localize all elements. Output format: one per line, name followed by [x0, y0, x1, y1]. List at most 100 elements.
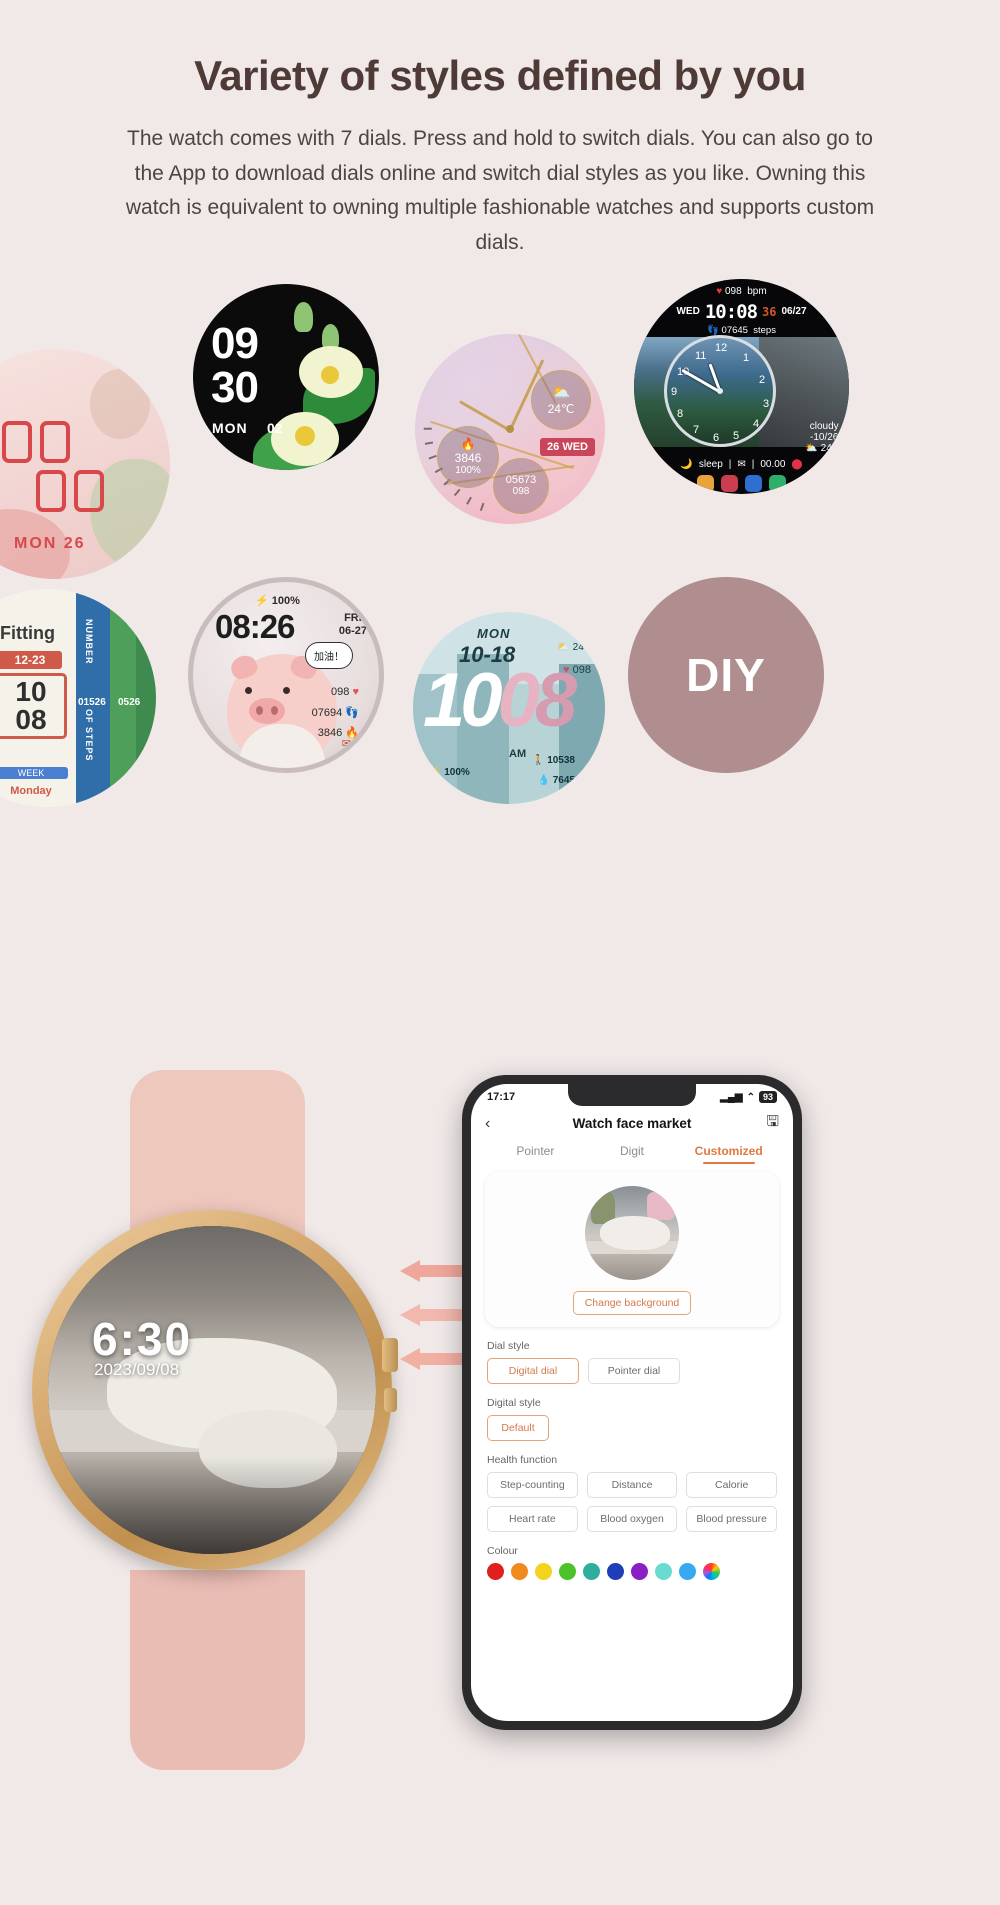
face7-digit-2: 0 — [460, 657, 502, 743]
pink-decor — [647, 1191, 676, 1220]
watch-face-diy[interactable]: DIY — [628, 576, 824, 773]
face7-battery: ⚡ 100% — [429, 767, 470, 778]
face5-minute: 08 — [15, 703, 47, 735]
moon-icon: 🌙 — [680, 458, 693, 470]
dial-style-label: Dial style — [487, 1340, 530, 1352]
watch-time: 6:30 — [92, 1313, 193, 1365]
save-icon[interactable]: 🖫 — [755, 1111, 779, 1136]
dial-num-1: 1 — [743, 351, 750, 364]
marble-calorie-pct: 100% — [455, 465, 481, 477]
face5-right-vertical-bottom: OF STEPS — [84, 708, 94, 762]
music-icon — [721, 474, 738, 492]
location-icon: ⬤ — [791, 458, 803, 470]
face4-weather-range: -10/26 — [810, 431, 839, 443]
face7-big-time: 1 0 0 8 — [423, 657, 577, 743]
dial-num-8: 8 — [677, 407, 684, 420]
tab-digit[interactable]: Digit — [584, 1144, 681, 1164]
tab-customized[interactable]: Customized — [680, 1144, 777, 1164]
watch-face-marble[interactable]: ⛅ 24℃ 🔥 3846 100% 05673 098 26 WED — [415, 333, 605, 524]
face4-distance: 00.00 — [760, 458, 786, 470]
footprint-icon: 👣 — [707, 324, 719, 336]
digital-style-options: Default — [487, 1415, 777, 1441]
colour-swatch-green[interactable] — [559, 1563, 576, 1580]
change-background-button[interactable]: Change background — [572, 1291, 692, 1315]
watch-face-black-lotus[interactable]: 09 30 MON 02 — [193, 283, 379, 470]
dial-num-11: 11 — [695, 349, 707, 362]
option-step-counting[interactable]: Step-counting — [487, 1472, 578, 1498]
status-time: 17:17 — [487, 1091, 516, 1103]
colour-swatch-yellow[interactable] — [535, 1563, 552, 1580]
face4-bottom-bar: 🌙 sleep | ✉ | 00.00 ⬤ — [634, 459, 849, 470]
phone-mockup: 17:17 ▂▄▆ ⌃ 93 ‹ Watch face market 🖫 Poi… — [462, 1075, 802, 1730]
face6-steps-value: 07694 — [311, 706, 343, 719]
face2-date: 02 — [267, 419, 283, 436]
colour-swatch-rainbow[interactable] — [703, 1563, 720, 1580]
chevron-left-icon[interactable]: ‹ — [485, 1115, 509, 1133]
tab-pointer[interactable]: Pointer — [487, 1144, 584, 1164]
colour-swatch-mint[interactable] — [655, 1563, 672, 1580]
page-subtitle: The watch comes with 7 dials. Press and … — [125, 127, 875, 254]
watch-face-blue-analog[interactable]: ♥ 098 bpm WED 10:08 36 06/27 👣 07645 ste… — [634, 278, 849, 494]
digit-box — [2, 420, 32, 463]
lotus-bud-icon — [294, 301, 313, 332]
face6-date: 06-27 — [338, 625, 367, 638]
colour-swatch-purple[interactable] — [631, 1563, 648, 1580]
marble-steps: 05673 — [505, 474, 537, 487]
face6-battery-value: 100% — [271, 594, 300, 607]
colour-swatch-red[interactable] — [487, 1563, 504, 1580]
marble-date-pill: 26 WED — [540, 437, 595, 456]
dial-num-9: 9 — [671, 385, 678, 398]
flame-icon: 🔥 — [460, 437, 476, 452]
face5-weekday: Monday — [10, 784, 52, 797]
divider: | — [728, 458, 732, 470]
dial-preview-image[interactable] — [585, 1186, 679, 1280]
face5-number-2: 0526 — [118, 696, 141, 708]
tab-bar: Pointer Digit Customized — [471, 1144, 793, 1164]
face7-distance-value: 7645 — [552, 774, 575, 786]
option-digital-dial[interactable]: Digital dial — [487, 1358, 579, 1384]
face5-date: 12-23 — [0, 650, 62, 669]
face7-meridiem: AM — [509, 747, 527, 760]
watch-face-fitting-book[interactable]: ELECTRIC QUANTITY NUMBER OF STEPS Fittin… — [0, 588, 156, 807]
face4-steps-label: steps — [753, 324, 776, 336]
watch-face-flip-clock[interactable]: MON 10-18 ⛅ 24℃ ♥ 098 1 0 0 8 AM ⚡ 100% … — [413, 611, 605, 804]
face4-bpm-label: bpm — [747, 285, 767, 297]
face6-battery: ⚡ 100% — [255, 594, 300, 607]
pig-snout-icon — [249, 697, 285, 724]
colour-swatch-orange[interactable] — [511, 1563, 528, 1580]
option-pointer-dial[interactable]: Pointer dial — [588, 1358, 680, 1384]
colour-swatch-skyblue[interactable] — [679, 1563, 696, 1580]
watch-face-pink-illustrated[interactable]: MON 26 — [0, 348, 170, 579]
watch-side-button[interactable] — [384, 1388, 397, 1412]
digit-box — [74, 469, 104, 512]
watch-screen[interactable]: 6:30 2023/09/08 — [48, 1226, 376, 1554]
option-blood-pressure[interactable]: Blood pressure — [686, 1506, 778, 1532]
face6-heart-stat: 098 ♥ — [331, 686, 359, 698]
wallpaper-vignette — [48, 1455, 376, 1554]
option-blood-oxygen[interactable]: Blood oxygen — [586, 1506, 678, 1532]
face6-calorie-stat: 3846 🔥 — [318, 726, 359, 739]
center-pin — [506, 424, 514, 433]
face2-hour: 09 — [211, 318, 259, 368]
face7-heart-value: 098 — [572, 663, 591, 676]
watch-crown[interactable] — [382, 1338, 398, 1372]
colour-swatch-blue[interactable] — [607, 1563, 624, 1580]
option-default[interactable]: Default — [487, 1415, 549, 1441]
divider: | — [751, 458, 755, 470]
droplet-icon: 💧 — [537, 774, 550, 786]
watch-strap-bottom — [130, 1570, 305, 1770]
colour-swatch-teal[interactable] — [583, 1563, 600, 1580]
face5-number-1: 01526 — [78, 696, 106, 708]
face6-date-block: FRI 06-27 — [339, 612, 367, 640]
option-distance[interactable]: Distance — [586, 1472, 678, 1498]
face4-sleep-label: sleep — [698, 458, 723, 470]
option-calorie[interactable]: Calorie — [686, 1472, 778, 1498]
face7-weather: ⛅ 24℃ — [557, 642, 595, 653]
option-heart-rate[interactable]: Heart rate — [487, 1506, 578, 1532]
page-title: Variety of styles defined by you — [194, 52, 806, 99]
face7-battery-value: 100% — [444, 766, 470, 778]
face1-date: MON 26 — [14, 535, 86, 553]
dial-num-3: 3 — [763, 397, 770, 410]
watch-face-pig[interactable]: ⚡ 100% 08:26 FRI 06-27 加油！ 098 ♥ 07694 👣… — [188, 576, 384, 773]
marble-heart: 098 — [512, 486, 530, 498]
